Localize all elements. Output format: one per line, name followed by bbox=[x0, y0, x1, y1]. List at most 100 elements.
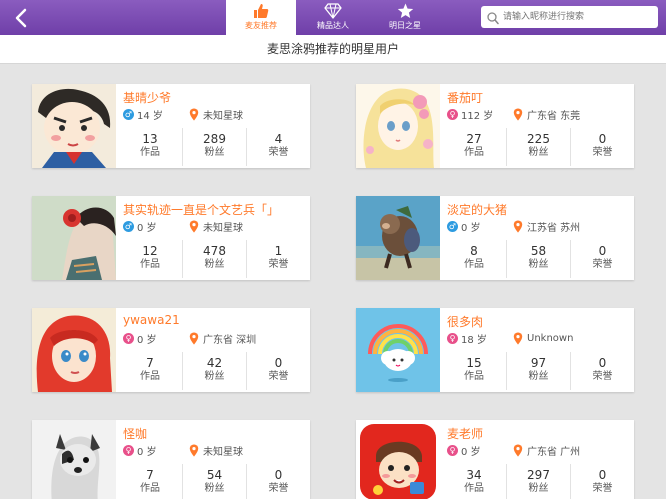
back-button[interactable] bbox=[8, 6, 34, 30]
fans-count: 54 bbox=[206, 468, 223, 482]
user-location: 未知星球 bbox=[203, 222, 243, 234]
stat-fans[interactable]: 42 粉丝 bbox=[182, 352, 246, 390]
fans-label: 粉丝 bbox=[528, 147, 549, 158]
user-card[interactable]: 其实轨迹一直是个文艺兵「」 ♂ 0 岁 未知星球 12 作品 478 粉丝 1 荣誉 bbox=[32, 196, 310, 280]
stat-fans[interactable]: 297 粉丝 bbox=[506, 464, 570, 499]
works-label: 作品 bbox=[140, 483, 160, 494]
user-age: 14 岁 bbox=[137, 110, 163, 122]
stat-works[interactable]: 34 作品 bbox=[442, 464, 506, 499]
tab-rising-stars[interactable]: 明日之星 bbox=[370, 0, 440, 35]
user-age: 0 岁 bbox=[137, 446, 157, 458]
fans-count: 97 bbox=[530, 356, 547, 370]
stat-honors[interactable]: 0 荣誉 bbox=[246, 464, 310, 499]
user-avatar[interactable] bbox=[356, 196, 440, 280]
honors-count: 0 bbox=[274, 356, 283, 370]
user-name[interactable]: 其实轨迹一直是个文艺兵「」 bbox=[123, 201, 279, 218]
stat-works[interactable]: 8 作品 bbox=[442, 240, 506, 278]
user-name[interactable]: ywawa21 bbox=[123, 313, 180, 327]
works-count: 8 bbox=[470, 244, 478, 258]
stat-honors[interactable]: 0 荣誉 bbox=[246, 352, 310, 390]
female-icon: ♀ bbox=[447, 444, 458, 456]
user-age: 0 岁 bbox=[461, 446, 481, 458]
location-pin-icon bbox=[189, 332, 199, 345]
user-card[interactable]: 很多肉 ♀ 18 岁 Unknown 15 作品 97 粉丝 0 荣誉 bbox=[356, 308, 634, 392]
diamond-icon bbox=[298, 3, 368, 19]
works-count: 13 bbox=[142, 132, 158, 146]
user-name[interactable]: 麦老师 bbox=[447, 425, 483, 442]
user-location: 未知星球 bbox=[203, 110, 243, 122]
stat-fans[interactable]: 478 粉丝 bbox=[182, 240, 246, 278]
user-avatar[interactable] bbox=[32, 420, 116, 499]
user-card[interactable]: 番茄叮 ♀ 112 岁 广东省 东莞 27 作品 225 粉丝 0 荣誉 bbox=[356, 84, 634, 168]
stat-works[interactable]: 7 作品 bbox=[118, 464, 182, 499]
stat-fans[interactable]: 97 粉丝 bbox=[506, 352, 570, 390]
honors-count: 4 bbox=[274, 132, 283, 146]
location-pin-icon bbox=[189, 444, 199, 457]
tab-experts[interactable]: 精品达人 bbox=[298, 0, 368, 35]
user-name[interactable]: 淡定的大猪 bbox=[447, 201, 507, 218]
tab-recommend[interactable]: 麦友推荐 bbox=[226, 0, 296, 35]
user-stats: 27 作品 225 粉丝 0 荣誉 bbox=[440, 128, 634, 166]
user-age: 0 岁 bbox=[137, 334, 157, 346]
stat-works[interactable]: 27 作品 bbox=[442, 128, 506, 166]
tab-label: 麦友推荐 bbox=[245, 21, 277, 30]
user-avatar[interactable] bbox=[356, 420, 440, 499]
fans-count: 58 bbox=[530, 244, 547, 258]
user-card[interactable]: ywawa21 ♀ 0 岁 广东省 深圳 7 作品 42 粉丝 0 荣誉 bbox=[32, 308, 310, 392]
back-arrow-icon bbox=[15, 8, 27, 28]
user-avatar[interactable] bbox=[32, 84, 116, 168]
user-avatar[interactable] bbox=[356, 84, 440, 168]
search-icon bbox=[487, 10, 499, 29]
stat-honors[interactable]: 0 荣誉 bbox=[570, 352, 634, 390]
stat-works[interactable]: 12 作品 bbox=[118, 240, 182, 278]
user-name[interactable]: 基晴少爷 bbox=[123, 89, 171, 106]
works-label: 作品 bbox=[464, 371, 484, 382]
user-card[interactable]: 怪咖 ♀ 0 岁 未知星球 7 作品 54 粉丝 0 荣誉 bbox=[32, 420, 310, 499]
stat-works[interactable]: 13 作品 bbox=[118, 128, 182, 166]
stat-fans[interactable]: 289 粉丝 bbox=[182, 128, 246, 166]
fans-count: 289 bbox=[203, 132, 226, 146]
user-card[interactable]: 淡定的大猪 ♂ 0 岁 江苏省 苏州 8 作品 58 粉丝 0 荣誉 bbox=[356, 196, 634, 280]
user-avatar[interactable] bbox=[32, 196, 116, 280]
search-input[interactable] bbox=[503, 9, 653, 25]
honors-label: 荣誉 bbox=[268, 259, 289, 270]
stat-honors[interactable]: 0 荣誉 bbox=[570, 128, 634, 166]
user-age: 0 岁 bbox=[461, 222, 481, 234]
stat-fans[interactable]: 54 粉丝 bbox=[182, 464, 246, 499]
user-name[interactable]: 番茄叮 bbox=[447, 89, 483, 106]
user-age: 18 岁 bbox=[461, 334, 487, 346]
honors-count: 0 bbox=[598, 244, 607, 258]
stat-fans[interactable]: 58 粉丝 bbox=[506, 240, 570, 278]
user-avatar[interactable] bbox=[32, 308, 116, 392]
stat-fans[interactable]: 225 粉丝 bbox=[506, 128, 570, 166]
location-pin-icon bbox=[513, 332, 523, 345]
stat-honors[interactable]: 1 荣誉 bbox=[246, 240, 310, 278]
honors-count: 1 bbox=[274, 244, 283, 258]
honors-label: 荣誉 bbox=[268, 147, 289, 158]
works-count: 27 bbox=[466, 132, 482, 146]
search-box[interactable] bbox=[481, 6, 658, 28]
user-card[interactable]: 基晴少爷 ♂ 14 岁 未知星球 13 作品 289 粉丝 4 荣誉 bbox=[32, 84, 310, 168]
stat-works[interactable]: 7 作品 bbox=[118, 352, 182, 390]
stat-honors[interactable]: 4 荣誉 bbox=[246, 128, 310, 166]
stat-works[interactable]: 15 作品 bbox=[442, 352, 506, 390]
user-stats: 34 作品 297 粉丝 0 荣誉 bbox=[440, 464, 634, 499]
male-icon: ♂ bbox=[447, 220, 458, 232]
stat-honors[interactable]: 0 荣誉 bbox=[570, 240, 634, 278]
user-avatar[interactable] bbox=[356, 308, 440, 392]
fans-label: 粉丝 bbox=[528, 483, 549, 494]
user-card[interactable]: 麦老师 ♀ 0 岁 广东省 广州 34 作品 297 粉丝 0 荣誉 bbox=[356, 420, 634, 499]
fans-label: 粉丝 bbox=[528, 371, 549, 382]
user-name[interactable]: 怪咖 bbox=[123, 425, 147, 442]
honors-count: 0 bbox=[274, 468, 283, 482]
location-pin-icon bbox=[189, 220, 199, 233]
user-stats: 15 作品 97 粉丝 0 荣誉 bbox=[440, 352, 634, 390]
user-age: 0 岁 bbox=[137, 222, 157, 234]
user-name[interactable]: 很多肉 bbox=[447, 313, 483, 330]
user-location: Unknown bbox=[527, 332, 574, 344]
user-location: 未知星球 bbox=[203, 446, 243, 458]
user-info: ♀ 112 岁 广东省 东莞 bbox=[447, 107, 580, 122]
tab-label: 精品达人 bbox=[317, 21, 349, 30]
stat-honors[interactable]: 0 荣誉 bbox=[570, 464, 634, 499]
honors-count: 0 bbox=[598, 468, 607, 482]
